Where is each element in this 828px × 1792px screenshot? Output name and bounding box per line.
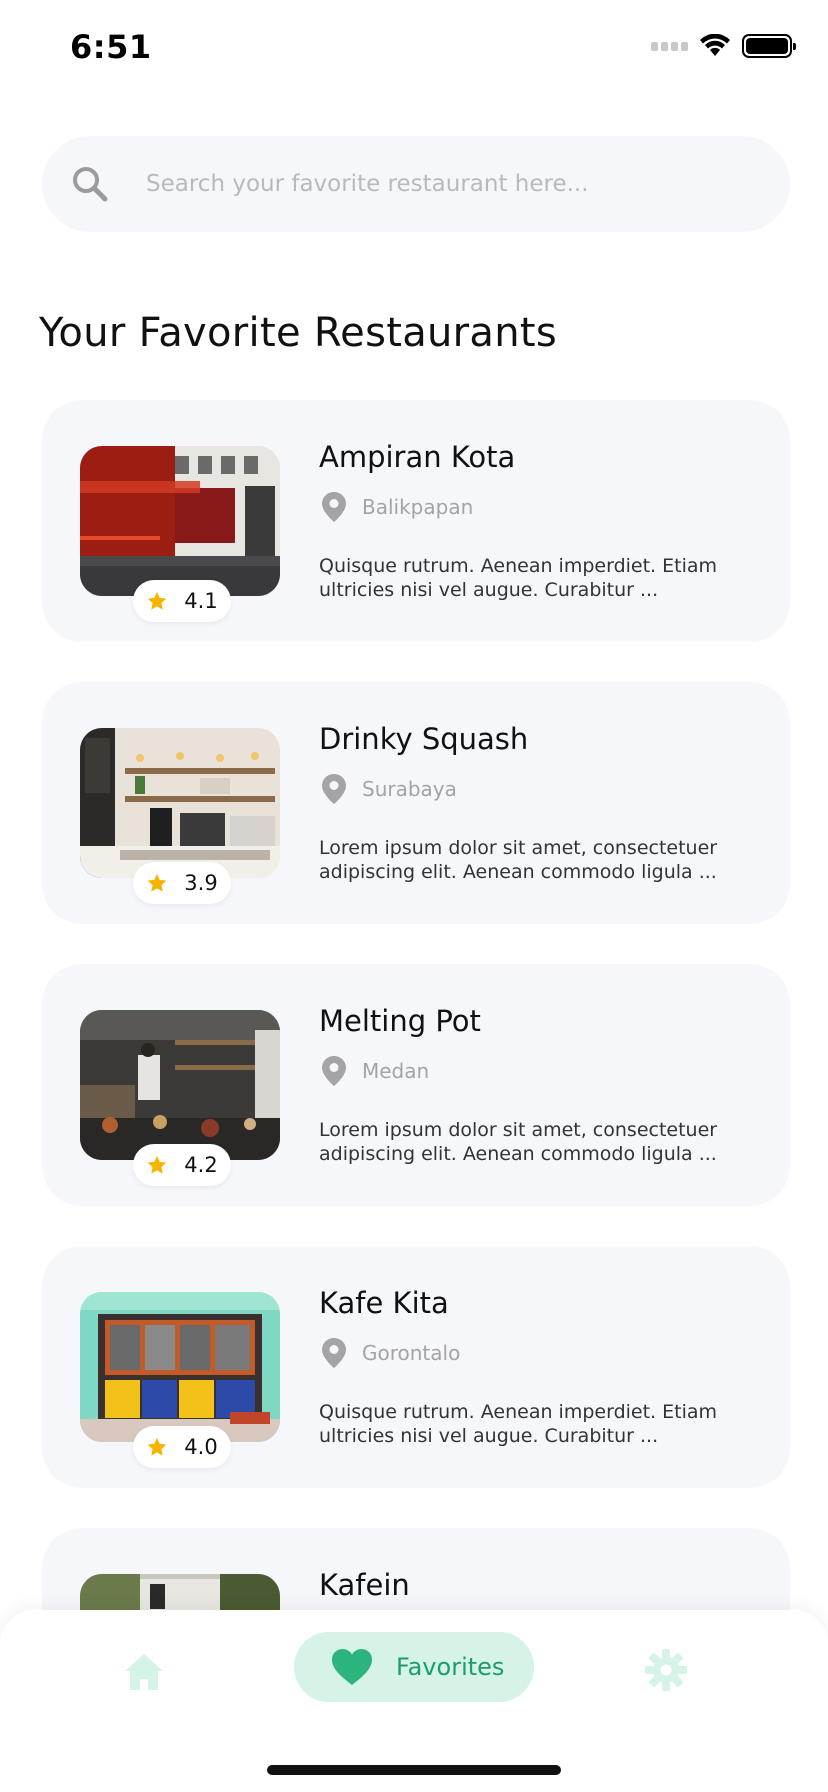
restaurant-city: Surabaya (362, 777, 457, 801)
restaurant-description: Lorem ipsum dolor sit amet, consectetuer… (319, 837, 718, 883)
location-pin-icon (322, 492, 348, 522)
settings-icon (645, 1649, 687, 1691)
nav-home-button[interactable] (120, 1648, 168, 1696)
restaurant-card[interactable]: 4.2 Melting Pot Medan Lorem ipsum dolor … (42, 964, 790, 1206)
restaurant-location: Gorontalo (322, 1338, 460, 1368)
restaurant-location: Balikpapan (322, 492, 473, 522)
rating-value: 4.0 (184, 1435, 218, 1459)
search-bar[interactable] (42, 136, 790, 232)
restaurant-name: Kafein (319, 1568, 410, 1602)
location-pin-icon (322, 1056, 348, 1086)
rating-badge: 4.0 (133, 1426, 231, 1468)
star-icon (146, 872, 168, 894)
restaurant-name: Melting Pot (319, 1004, 481, 1038)
search-input[interactable] (146, 171, 746, 197)
restaurant-card[interactable]: 4.0 Kafe Kita Gorontalo Quisque rutrum. … (42, 1246, 790, 1488)
wifi-icon (700, 34, 730, 56)
star-icon (146, 1436, 168, 1458)
rating-value: 4.1 (184, 589, 218, 613)
home-indicator (267, 1765, 561, 1775)
rating-badge: 4.1 (133, 580, 231, 622)
rating-badge: 4.2 (133, 1144, 231, 1186)
restaurant-thumbnail (80, 1010, 280, 1160)
restaurant-name: Ampiran Kota (319, 440, 516, 474)
location-pin-icon (322, 1338, 348, 1368)
battery-icon (742, 34, 796, 58)
rating-value: 3.9 (184, 871, 218, 895)
restaurant-description: Lorem ipsum dolor sit amet, consectetuer… (319, 1119, 718, 1165)
restaurant-location: Medan (322, 1056, 429, 1086)
restaurant-description: Quisque rutrum. Aenean imperdiet. Etiam … (319, 555, 718, 601)
search-icon (68, 162, 112, 206)
nav-settings-button[interactable] (642, 1646, 690, 1694)
restaurant-name: Drinky Squash (319, 722, 529, 756)
nav-favorites-button[interactable]: Favorites (294, 1632, 534, 1702)
restaurant-list: 4.1 Ampiran Kota Balikpapan Quisque rutr… (42, 400, 790, 1792)
page-title: Your Favorite Restaurants (39, 310, 557, 356)
restaurant-card[interactable]: 4.1 Ampiran Kota Balikpapan Quisque rutr… (42, 400, 790, 642)
home-icon (125, 1654, 163, 1690)
heart-icon (330, 1647, 374, 1687)
rating-badge: 3.9 (133, 862, 231, 904)
nav-favorites-label: Favorites (396, 1653, 505, 1681)
star-icon (146, 590, 168, 612)
location-pin-icon (322, 774, 348, 804)
restaurant-thumbnail (80, 728, 280, 878)
restaurant-city: Balikpapan (362, 495, 474, 519)
star-icon (146, 1154, 168, 1176)
status-time: 6:51 (70, 28, 152, 66)
app-screen: 6:51 Your Favorite Restaurants (0, 0, 828, 1792)
restaurant-card[interactable]: 3.9 Drinky Squash Surabaya Lorem ipsum d… (42, 682, 790, 924)
restaurant-description: Quisque rutrum. Aenean imperdiet. Etiam … (319, 1401, 718, 1447)
restaurant-name: Kafe Kita (319, 1286, 449, 1320)
cellular-signal-icon (651, 41, 688, 51)
restaurant-city: Medan (362, 1059, 430, 1083)
restaurant-thumbnail (80, 446, 280, 596)
restaurant-city: Gorontalo (362, 1341, 461, 1365)
status-icons (651, 34, 796, 58)
restaurant-thumbnail (80, 1292, 280, 1442)
restaurant-location: Surabaya (322, 774, 457, 804)
rating-value: 4.2 (184, 1153, 218, 1177)
